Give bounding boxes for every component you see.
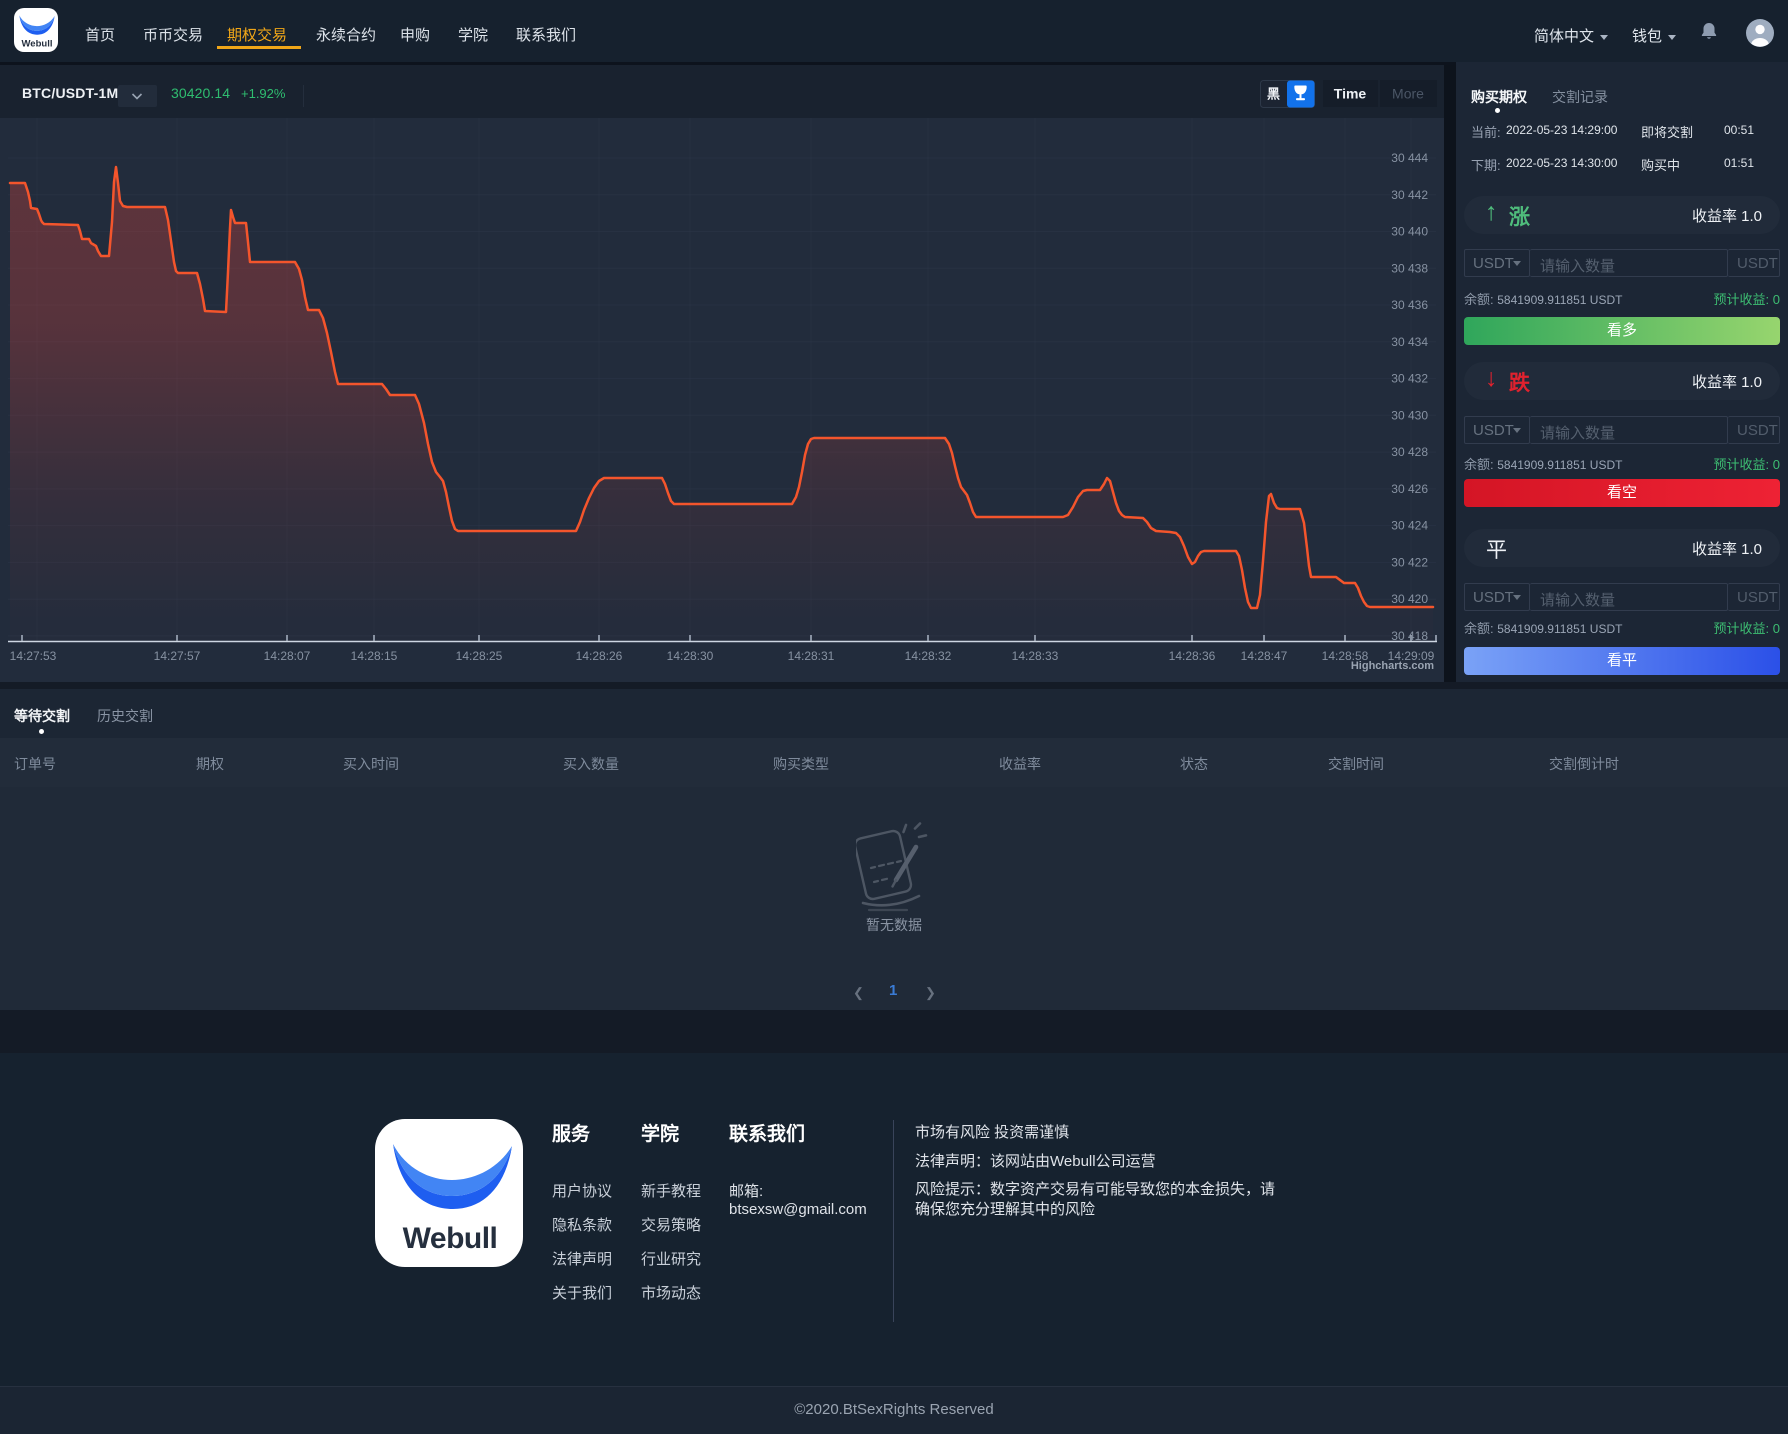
svg-text:30 442: 30 442 [1391, 188, 1428, 202]
svg-text:14:28:30: 14:28:30 [667, 649, 714, 663]
svg-text:30 430: 30 430 [1391, 408, 1428, 422]
svg-text:14:28:15: 14:28:15 [351, 649, 398, 663]
svg-text:30 440: 30 440 [1391, 225, 1428, 239]
svg-text:30 426: 30 426 [1391, 482, 1428, 496]
svg-text:14:28:31: 14:28:31 [788, 649, 835, 663]
svg-text:14:28:36: 14:28:36 [1169, 649, 1216, 663]
svg-text:14:28:07: 14:28:07 [264, 649, 311, 663]
svg-text:30 428: 30 428 [1391, 445, 1428, 459]
svg-text:Webull: Webull [403, 1222, 498, 1255]
svg-text:30 436: 30 436 [1391, 298, 1428, 312]
svg-text:30 420: 30 420 [1391, 592, 1428, 606]
svg-text:30 418: 30 418 [1391, 629, 1428, 643]
svg-text:30 422: 30 422 [1391, 555, 1428, 569]
svg-text:Highcharts.com: Highcharts.com [1351, 660, 1434, 672]
svg-text:30 434: 30 434 [1391, 335, 1428, 349]
svg-text:14:28:26: 14:28:26 [576, 649, 623, 663]
svg-text:30 424: 30 424 [1391, 519, 1428, 533]
svg-text:More: More [1392, 86, 1424, 102]
svg-text:14:28:32: 14:28:32 [905, 649, 952, 663]
svg-text:14:28:33: 14:28:33 [1012, 649, 1059, 663]
svg-text:14:27:57: 14:27:57 [154, 649, 201, 663]
svg-text:14:28:47: 14:28:47 [1241, 649, 1288, 663]
svg-text:30 438: 30 438 [1391, 261, 1428, 275]
svg-text:Webull: Webull [22, 39, 53, 50]
svg-text:14:28:25: 14:28:25 [456, 649, 503, 663]
svg-text:黑: 黑 [1267, 87, 1280, 102]
svg-text:30 444: 30 444 [1391, 151, 1428, 165]
svg-text:30 432: 30 432 [1391, 372, 1428, 386]
svg-text:Time: Time [1334, 86, 1367, 102]
svg-text:14:27:53: 14:27:53 [10, 649, 57, 663]
